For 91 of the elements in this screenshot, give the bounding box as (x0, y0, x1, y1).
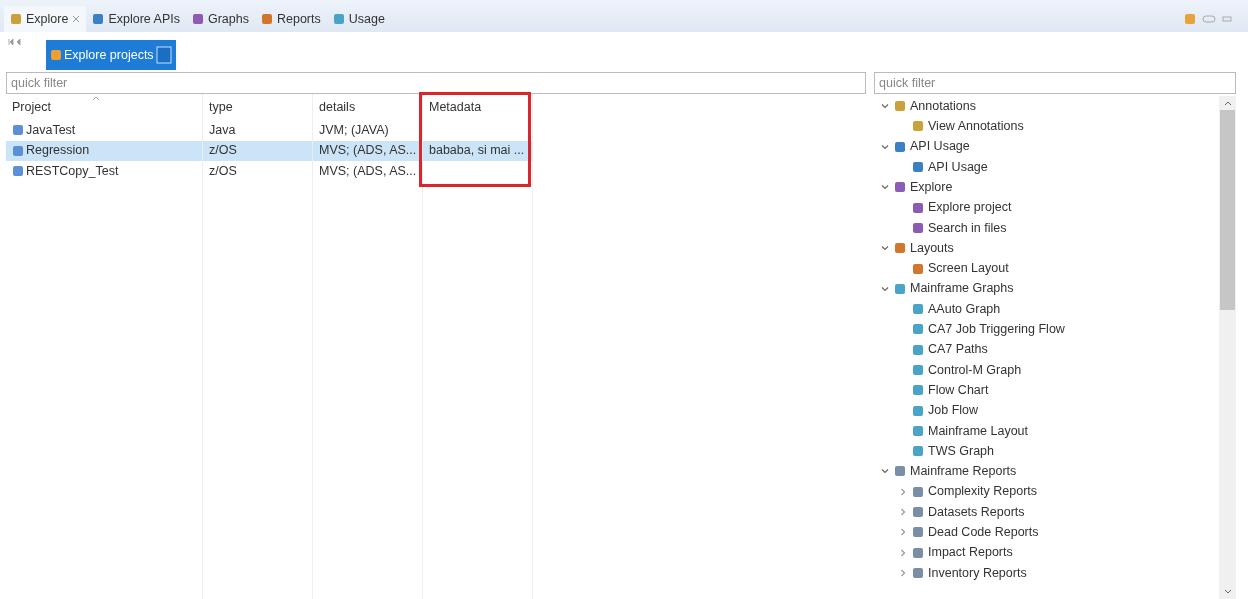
tree-item-icon (912, 262, 924, 275)
table-row[interactable]: Regression z/OS MVS; (ADS, AS... bababa, si mai ... (6, 140, 533, 161)
tree-item-icon (912, 566, 924, 579)
table-cell-text: RESTCopy_Test (26, 162, 119, 180)
tree-item-icon (894, 181, 906, 194)
tree-item-icon (912, 506, 924, 519)
project-icon (12, 124, 24, 137)
tab-icon (191, 13, 204, 25)
tree-item[interactable]: AAuto Graph (928, 299, 1001, 319)
view-tab[interactable]: Reports (254, 6, 327, 32)
tree-item[interactable]: API Usage (928, 157, 988, 177)
explore-projects-button[interactable]: Explore projects (46, 40, 176, 70)
tree-item-icon (894, 100, 906, 113)
minimize-icon[interactable] (1202, 15, 1216, 23)
tree-item[interactable]: Screen Layout (928, 259, 1009, 278)
scrollbar[interactable] (1219, 96, 1236, 599)
tree-item[interactable]: Explore project (928, 198, 1012, 217)
tree-item-icon (912, 364, 924, 376)
column-header[interactable]: Project (6, 94, 203, 120)
view-tab[interactable]: Usage (326, 6, 391, 32)
tree-item-icon (894, 140, 906, 153)
tree-item[interactable]: Control-M Graph (928, 360, 1022, 380)
tree-item[interactable]: Inventory Reports (928, 563, 1027, 583)
tab-icon (10, 13, 22, 25)
column-header[interactable]: type (203, 94, 313, 120)
tree-item[interactable]: Search in files (928, 218, 1007, 238)
view-tab[interactable]: Explore APIs (86, 6, 186, 32)
tree-item[interactable]: Dead Code Reports (928, 523, 1039, 542)
table-cell-text: MVS; (ADS, AS... (319, 142, 417, 160)
sort-ascending-icon (92, 96, 100, 101)
tab-icon (332, 13, 345, 25)
tree-item[interactable]: CA7 Paths (928, 340, 988, 360)
tree-item[interactable]: Complexity Reports (928, 482, 1038, 502)
table-row[interactable]: JavaTest Java JVM; (JAVA) (6, 120, 533, 141)
tree-item[interactable]: Job Flow (928, 401, 979, 420)
tree-item-icon (912, 526, 924, 539)
tree-item[interactable]: View Annotations (928, 117, 1024, 136)
tree-item[interactable]: API Usage (910, 137, 970, 157)
view-tab[interactable]: Graphs (185, 6, 255, 32)
tree-item-icon (912, 323, 924, 336)
chevron-right-icon[interactable] (898, 567, 908, 578)
project-icon (12, 165, 24, 178)
filter-field[interactable]: quick filter (6, 72, 866, 94)
chevron-right-icon[interactable] (898, 486, 908, 497)
tree-item[interactable]: Mainframe Graphs (910, 279, 1014, 299)
tree-item-icon (912, 404, 924, 417)
tree-item[interactable]: TWS Graph (928, 441, 994, 461)
table-cell-text: JVM; (JAVA) (319, 121, 389, 139)
filter-field[interactable]: quick filter (874, 72, 1236, 94)
tree-item-icon (912, 445, 924, 458)
tree-item-icon (912, 485, 924, 498)
table-row[interactable]: RESTCopy_Test z/OS MVS; (ADS, AS... (6, 161, 533, 182)
table-cell-text: z/OS (209, 142, 237, 160)
tree-item-icon (912, 546, 924, 559)
tree-item[interactable]: Explore (910, 177, 953, 197)
tree-item-icon (894, 465, 906, 478)
tree-item[interactable]: Datasets Reports (928, 502, 1025, 522)
tree-item-icon (894, 282, 906, 295)
tree-item-icon (912, 221, 924, 234)
tree-item-icon (912, 201, 924, 214)
tree-item[interactable]: Annotations (910, 96, 977, 116)
tree-item-icon (912, 424, 924, 437)
table-cell-text: MVS; (ADS, AS... (319, 162, 417, 180)
tree-item[interactable]: Impact Reports (928, 543, 1013, 563)
maximize-icon[interactable] (1222, 15, 1232, 23)
table-cell-text: z/OS (209, 162, 237, 180)
column-header[interactable]: details (313, 94, 423, 120)
tree-item-icon (912, 161, 924, 174)
view-tab[interactable]: Explore (4, 6, 87, 32)
tree-item-icon (894, 242, 906, 255)
project-icon (12, 144, 24, 157)
tree-item[interactable]: Mainframe Reports (910, 462, 1017, 481)
tab-icon (92, 13, 105, 25)
chevron-right-icon[interactable] (898, 527, 908, 538)
tree-item[interactable]: Layouts (910, 238, 954, 258)
table-cell-text: JavaTest (26, 121, 76, 139)
tree-item[interactable]: Mainframe Layout (928, 421, 1029, 441)
column-header[interactable]: Metadata (423, 94, 533, 120)
table-cell-text: bababa, si mai ... (429, 142, 525, 160)
chevron-right-icon[interactable] (898, 547, 908, 558)
tree-item-icon (912, 343, 924, 356)
tree-item-icon (912, 120, 924, 133)
tree-item[interactable]: Flow Chart (928, 380, 989, 400)
table-cell-text: Regression (26, 142, 90, 160)
tree-item-icon (912, 384, 924, 397)
tab-icon (260, 13, 273, 25)
collapse-icon[interactable] (8, 38, 22, 46)
table-cell-text: Java (209, 121, 236, 139)
chevron-right-icon[interactable] (898, 507, 908, 518)
tree-item[interactable]: CA7 Job Triggering Flow (928, 320, 1065, 339)
tree-item-icon (912, 303, 924, 316)
